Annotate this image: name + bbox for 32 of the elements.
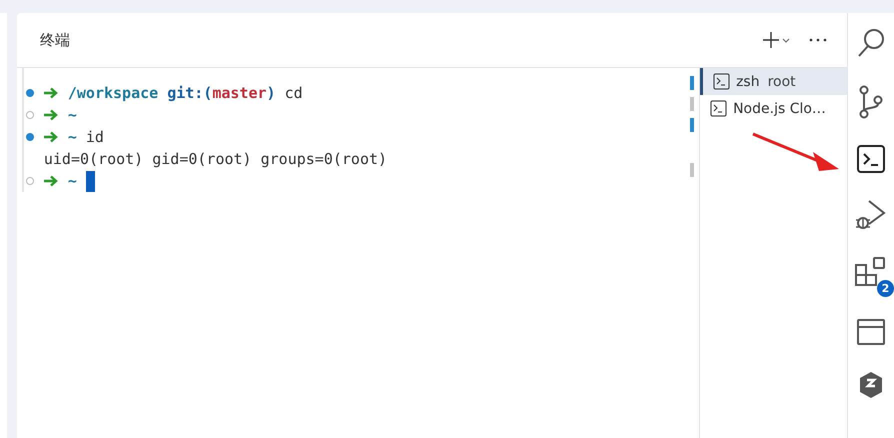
hexagon-logo-icon[interactable] <box>858 371 884 399</box>
command-status-dot[interactable] <box>26 111 34 119</box>
prompt-arrow-icon <box>42 175 59 187</box>
command-status-dot[interactable] <box>26 133 34 141</box>
terminal-text: cd <box>284 84 303 102</box>
terminal-icon[interactable] <box>856 145 885 173</box>
terminal-text: id <box>86 128 104 146</box>
more-icon[interactable] <box>808 37 827 43</box>
prompt-arrow-icon <box>42 87 59 99</box>
panel-icon[interactable] <box>856 319 885 345</box>
command-status-dot[interactable] <box>26 89 34 97</box>
terminal-tab[interactable]: Node.js Clo… <box>700 95 847 122</box>
command-status-dot[interactable] <box>26 177 34 185</box>
terminal-text: /workspace <box>68 84 158 102</box>
prompt-arrow-icon <box>42 109 59 121</box>
branch-icon[interactable] <box>858 85 884 119</box>
terminal-text: ~ <box>68 106 77 124</box>
debug-icon[interactable] <box>854 199 887 231</box>
terminal-text: master <box>212 84 267 102</box>
panel-title: 终端 <box>40 30 70 50</box>
terminal-tab[interactable]: zsh root <box>700 68 847 95</box>
notification-badge: 2 <box>876 280 894 297</box>
terminal-icon <box>713 73 730 90</box>
terminal-text: git:( <box>167 84 212 102</box>
terminal-text: ~ <box>68 172 77 190</box>
terminal-output[interactable]: /workspace git:(master) cd ~ ~ id uid=0(root) gid=0(root) groups=0(root) ~ <box>22 68 674 192</box>
terminal-text: ~ <box>68 128 77 146</box>
terminal-text: uid=0(root) gid=0(root) groups=0(root) <box>44 150 388 168</box>
terminal-icon <box>710 100 728 117</box>
search-icon[interactable] <box>856 27 886 59</box>
terminal-text: ) <box>266 84 276 102</box>
prompt-arrow-icon <box>42 131 59 143</box>
